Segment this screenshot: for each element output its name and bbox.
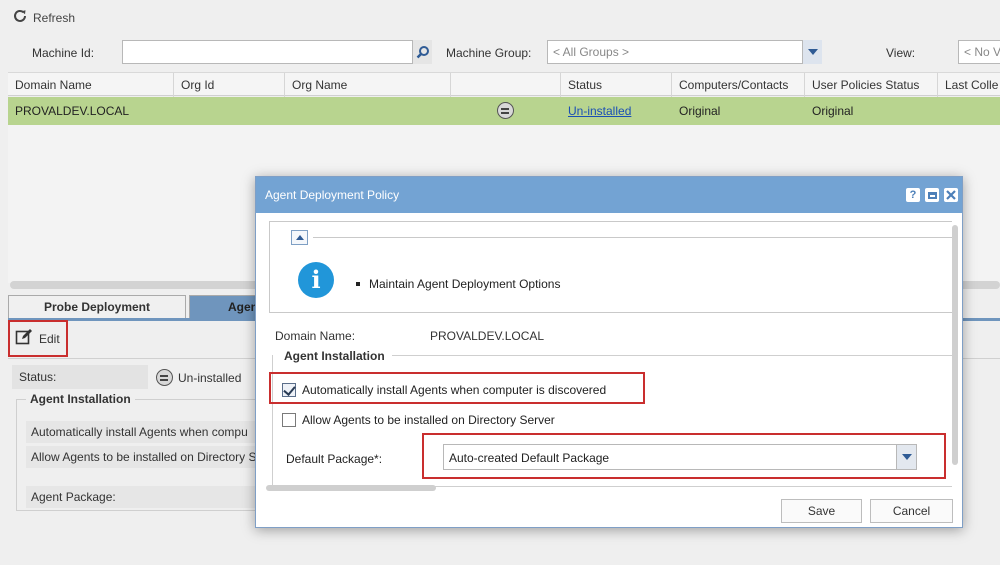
auto-install-checkbox[interactable] — [282, 383, 296, 397]
agent-deployment-policy-dialog: Agent Deployment Policy ? i Maintain Age… — [255, 176, 963, 528]
default-package-select[interactable]: Auto-created Default Package — [443, 444, 917, 470]
chevron-down-icon — [901, 454, 912, 460]
domain-name-value: PROVALDEV.LOCAL — [430, 329, 545, 343]
dialog-horizontal-scrollbar[interactable] — [266, 485, 436, 491]
auto-install-row[interactable]: Automatically install Agents when comput… — [282, 383, 606, 397]
fieldset-divider — [392, 355, 952, 356]
default-package-label: Default Package*: — [286, 452, 383, 466]
info-panel: i Maintain Agent Deployment Options — [269, 221, 952, 313]
allow-directory-label: Allow Agents to be installed on Director… — [302, 413, 555, 427]
dialog-title: Agent Deployment Policy — [265, 188, 400, 202]
collapse-up-icon[interactable] — [291, 230, 308, 245]
maximize-icon[interactable] — [925, 188, 939, 202]
allow-directory-row[interactable]: Allow Agents to be installed on Director… — [282, 413, 555, 427]
dialog-body: i Maintain Agent Deployment Options Doma… — [262, 219, 952, 489]
info-bullet: Maintain Agent Deployment Options — [356, 277, 560, 291]
info-text: Maintain Agent Deployment Options — [369, 277, 561, 291]
info-icon: i — [298, 262, 334, 298]
info-panel-divider — [313, 237, 952, 238]
package-dropdown-button[interactable] — [896, 445, 916, 469]
cancel-button[interactable]: Cancel — [870, 499, 953, 523]
allow-directory-checkbox[interactable] — [282, 413, 296, 427]
dialog-header: Agent Deployment Policy ? — [256, 177, 962, 213]
dialog-vertical-scrollbar[interactable] — [952, 225, 958, 465]
default-package-value: Auto-created Default Package — [449, 451, 610, 465]
domain-name-label: Domain Name: — [275, 329, 356, 343]
close-icon[interactable] — [944, 188, 958, 202]
auto-install-label: Automatically install Agents when comput… — [302, 383, 607, 397]
agent-installation-heading: Agent Installation — [284, 349, 385, 363]
help-icon[interactable]: ? — [906, 188, 920, 202]
save-button[interactable]: Save — [781, 499, 862, 523]
